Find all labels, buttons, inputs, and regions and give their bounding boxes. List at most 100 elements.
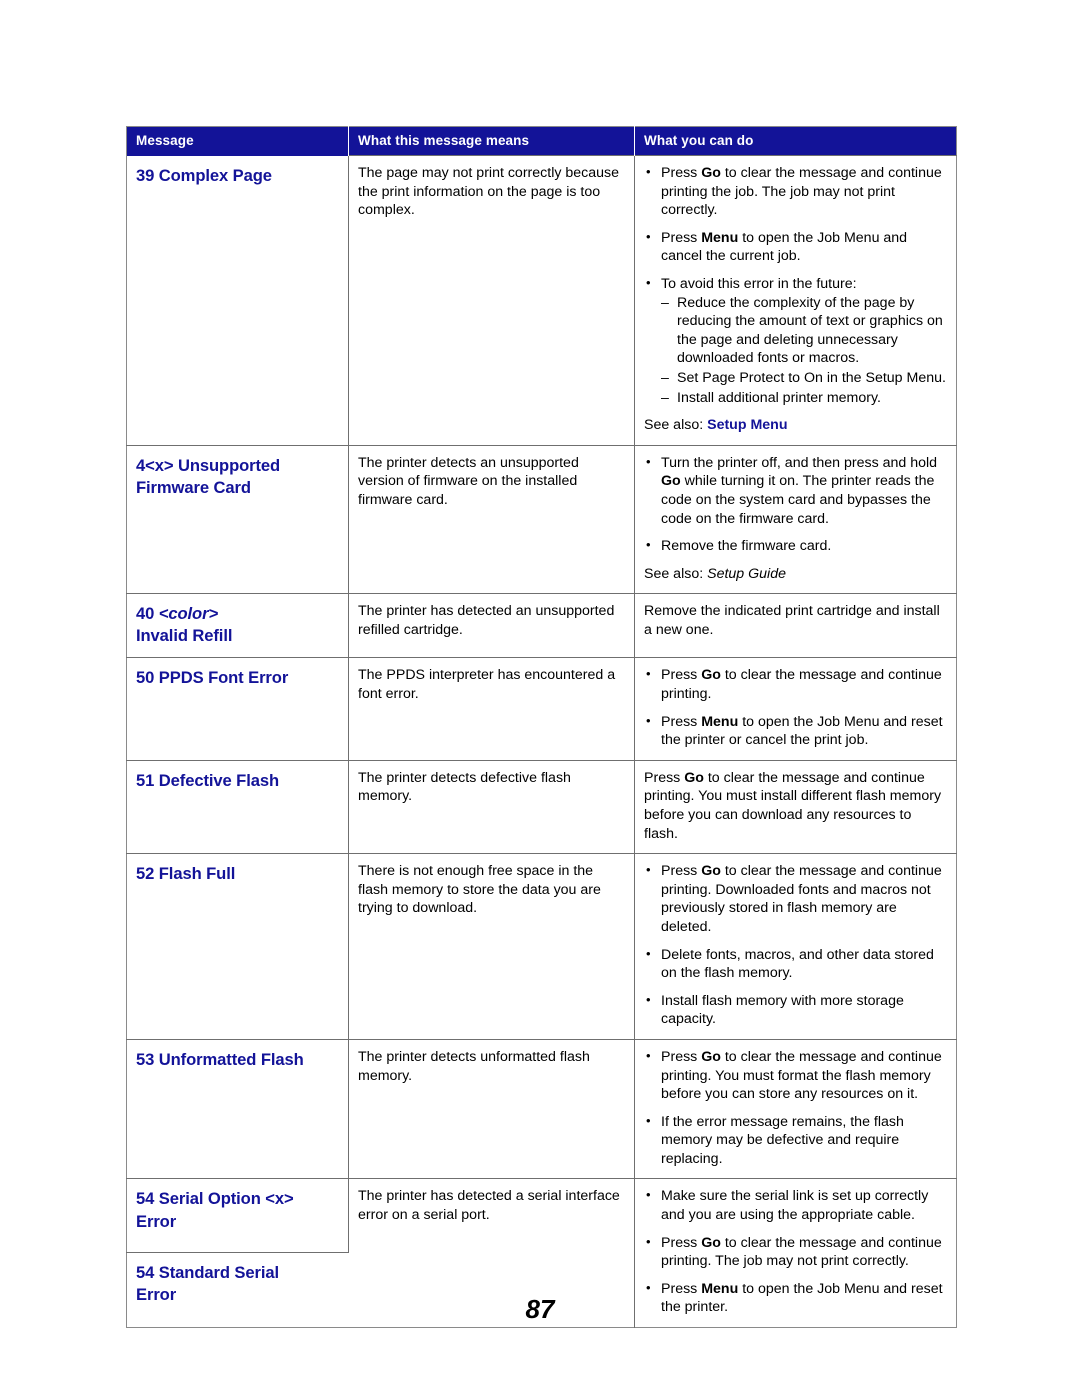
action-text-pre: Press <box>644 769 685 786</box>
message-name-cell: 39 Complex Page <box>126 155 349 446</box>
action-keyword: Menu <box>701 229 739 246</box>
message-title: 52 Flash Full <box>136 864 236 884</box>
sub-action-list: – Reduce the complexity of the page by r… <box>661 294 946 408</box>
list-item: • Turn the printer off, and then press a… <box>644 454 946 528</box>
bullet-icon: • <box>646 862 651 878</box>
bullet-icon: • <box>646 945 651 961</box>
table-row: 53 Unformatted Flash The printer detects… <box>126 1038 957 1179</box>
list-item: – Reduce the complexity of the page by r… <box>661 294 946 368</box>
message-title: 50 PPDS Font Error <box>136 668 289 688</box>
list-item: • Remove the firmware card. <box>644 537 946 556</box>
table-body: 39 Complex Page The page may not print c… <box>126 155 957 1328</box>
action-text-pre: Press <box>661 1234 702 1251</box>
action-text-pre: Remove the firmware card. <box>661 538 832 555</box>
action-text-pre: Delete fonts, macros, and other data sto… <box>661 946 934 982</box>
see-also-label: See also: <box>644 417 708 434</box>
list-item: • Press Menu to open the Job Menu and re… <box>644 713 946 750</box>
message-title: 53 Unformatted Flash <box>136 1049 304 1069</box>
dash-icon: – <box>661 294 669 311</box>
table-row: 51 Defective Flash The printer detects d… <box>126 759 957 854</box>
message-meaning-cell: The printer detects an unsupported versi… <box>348 444 635 594</box>
message-title-line2: Error <box>136 1211 177 1231</box>
page-number: 87 <box>525 1294 555 1324</box>
printer-messages-table-wrapper: Message What this message means What you… <box>126 126 957 1329</box>
bullet-icon: • <box>646 666 651 682</box>
list-item: • Press Go to clear the message and cont… <box>644 164 946 220</box>
list-item: • Press Go to clear the message and cont… <box>644 1048 946 1104</box>
sub-action-text: Set Page Protect to On in the Setup Menu… <box>677 369 946 386</box>
bullet-icon: • <box>646 1233 651 1249</box>
message-meaning-cell: The page may not print correctly because… <box>348 155 635 446</box>
table-header: Message What this message means What you… <box>126 126 957 156</box>
bullet-icon: • <box>646 1112 651 1128</box>
action-keyword: Go <box>701 1234 721 1251</box>
table-row: 40 <color> Invalid Refill The printer ha… <box>126 593 957 658</box>
message-actions-cell: • Press Go to clear the message and cont… <box>634 1038 957 1179</box>
message-name-cell: 40 <color> Invalid Refill <box>126 593 349 658</box>
bullet-icon: • <box>646 453 651 469</box>
document-page: Message What this message means What you… <box>0 0 1080 1397</box>
action-text-pre: Press <box>661 229 702 246</box>
meaning-text: The printer has detected a serial interf… <box>358 1188 620 1224</box>
action-keyword: Go <box>701 165 721 181</box>
meaning-text: The printer detects an unsupported versi… <box>358 454 579 508</box>
table-row: 4<x> Unsupported Firmware Card The print… <box>126 444 957 594</box>
bullet-icon: • <box>646 537 651 553</box>
action-text-pre: Press <box>661 863 702 880</box>
message-title-variable: <color> <box>158 604 219 624</box>
list-item: • Delete fonts, macros, and other data s… <box>644 946 946 983</box>
meaning-text: There is not enough free space in the fl… <box>358 863 601 917</box>
list-item: • Press Go to clear the message and cont… <box>644 666 946 703</box>
action-list: • Turn the printer off, and then press a… <box>644 454 946 556</box>
see-also-link-setup-menu[interactable]: Setup Menu <box>707 417 787 433</box>
list-item: • Press Go to clear the message and cont… <box>644 862 946 936</box>
sub-action-text: Reduce the complexity of the page by red… <box>677 294 943 367</box>
action-text-pre: Press <box>661 713 702 730</box>
list-item: • Press Go to clear the message and cont… <box>644 1234 946 1271</box>
message-actions-cell: Press Go to clear the message and contin… <box>634 759 957 854</box>
list-item: • Make sure the serial link is set up co… <box>644 1187 946 1224</box>
column-header-message: Message <box>126 126 349 156</box>
message-title-line2: Invalid Refill <box>136 626 233 646</box>
action-list: • Press Go to clear the message and cont… <box>644 164 946 407</box>
message-name-cell: 51 Defective Flash <box>126 759 349 854</box>
list-item: • Press Menu to open the Job Menu and ca… <box>644 229 946 266</box>
message-actions-cell: • Press Go to clear the message and cont… <box>634 155 957 446</box>
message-actions-cell: • Press Go to clear the message and cont… <box>634 657 957 761</box>
message-name-cell: 4<x> Unsupported Firmware Card <box>126 444 349 594</box>
meaning-text: The page may not print correctly because… <box>358 165 620 219</box>
action-list: • Press Go to clear the message and cont… <box>644 862 946 1029</box>
message-name-cell: 50 PPDS Font Error <box>126 657 349 761</box>
message-name-cell: 52 Flash Full <box>126 853 349 1040</box>
see-also-reference-setup-guide: Setup Guide <box>707 565 786 582</box>
action-text-pre: Press <box>661 667 702 684</box>
table-row: 50 PPDS Font Error The PPDS interpreter … <box>126 657 957 761</box>
action-text: Press Go to clear the message and contin… <box>644 769 946 843</box>
message-meaning-cell: The printer has detected an unsupported … <box>348 593 635 658</box>
action-text-pre: To avoid this error in the future: <box>661 275 857 292</box>
message-name-cell: 53 Unformatted Flash <box>126 1038 349 1179</box>
list-item: – Set Page Protect to On in the Setup Me… <box>661 369 946 388</box>
list-item: • To avoid this error in the future: – R… <box>644 275 946 407</box>
sub-action-text: Install additional printer memory. <box>677 389 881 406</box>
action-list: • Press Go to clear the message and cont… <box>644 666 946 749</box>
message-title-line2: Firmware Card <box>136 477 251 497</box>
message-actions-cell: • Turn the printer off, and then press a… <box>634 444 957 594</box>
action-text-pre: If the error message remains, the flash … <box>661 1113 904 1167</box>
action-keyword: Go <box>684 769 704 786</box>
message-name-cell: 54 Serial Option <x> Error <box>126 1178 349 1253</box>
meaning-text: The PPDS interpreter has encountered a f… <box>358 667 616 702</box>
table-row: 52 Flash Full There is not enough free s… <box>126 853 957 1040</box>
list-item: • If the error message remains, the flas… <box>644 1113 946 1169</box>
printer-messages-table: Message What this message means What you… <box>126 126 957 1329</box>
action-text-pre: Turn the printer off, and then press and… <box>661 454 938 471</box>
list-item: • Install flash memory with more storage… <box>644 992 946 1029</box>
action-keyword: Menu <box>701 713 739 730</box>
bullet-icon: • <box>646 164 651 179</box>
action-text: Remove the indicated print cartridge and… <box>644 603 940 638</box>
action-text-pre: Make sure the serial link is set up corr… <box>661 1188 929 1224</box>
column-header-what-this-message-means: What this message means <box>348 126 635 156</box>
action-text-post: while turning it on. The printer reads t… <box>661 473 935 527</box>
action-keyword: Go <box>701 1048 721 1065</box>
action-text-pre: Install flash memory with more storage c… <box>661 992 904 1028</box>
